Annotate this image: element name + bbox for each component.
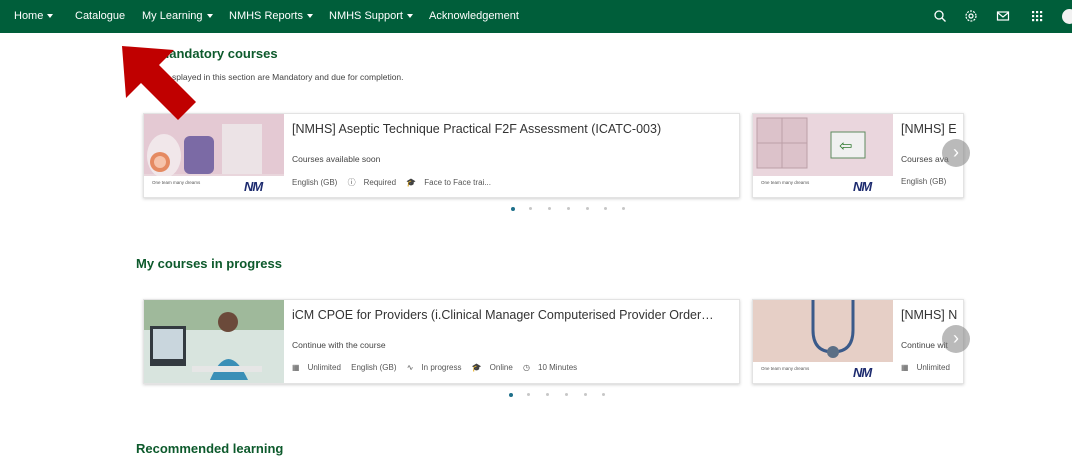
course-thumbnail (144, 300, 284, 383)
carousel-dot-active[interactable] (511, 206, 515, 211)
course-thumbnail: One team many dreams NM (753, 300, 893, 383)
avatar[interactable] (1062, 9, 1072, 24)
carousel-dot[interactable] (565, 393, 568, 396)
course-status: Continue with the course (292, 340, 386, 350)
graduation-cap-icon: 🎓 (406, 178, 417, 187)
carousel-dot[interactable] (584, 393, 587, 396)
course-format: Online (489, 363, 513, 372)
carousel-dot[interactable] (622, 207, 625, 210)
nav-nmhs-reports-label: NMHS Reports (229, 10, 303, 22)
chevron-down-icon (306, 14, 313, 19)
course-progress-status: In progress (421, 363, 462, 372)
nav-nmhs-reports[interactable]: NMHS Reports (229, 10, 313, 22)
chevron-right-icon: › (953, 328, 959, 348)
carousel-dot[interactable] (586, 207, 589, 210)
course-card[interactable]: One team many dreams NM [NMHS] N Continu… (752, 299, 964, 384)
course-card[interactable]: One team many dreams NM [NMHS] Aseptic T… (143, 113, 740, 198)
brand-caption: One team many dreams (152, 180, 201, 185)
top-navigation-bar: Home Catalogue My Learning NMHS Reports … (0, 0, 1072, 33)
chevron-down-icon (47, 14, 54, 19)
nav-home[interactable]: Home (14, 10, 54, 22)
course-meta: English (GB) ⓘ Required 🎓 Face to Face tra… (292, 177, 499, 188)
course-format: Face to Face trai... (424, 178, 491, 187)
course-image-clinician-at-computer (144, 300, 284, 383)
info-icon: ⓘ (347, 178, 356, 187)
clock-icon: ◷ (523, 363, 531, 372)
carousel-dot[interactable] (604, 207, 607, 210)
search-icon[interactable] (933, 9, 947, 23)
svg-text:⇦: ⇦ (839, 136, 852, 155)
carousel-pagination (509, 392, 609, 399)
course-title[interactable]: iCM CPOE for Providers (i.Clinical Manag… (292, 308, 732, 322)
nav-my-learning[interactable]: My Learning (142, 10, 213, 22)
course-title[interactable]: [NMHS] Aseptic Technique Practical F2F A… (292, 122, 732, 136)
carousel-dot[interactable] (527, 393, 530, 396)
activity-icon: ∿ (406, 363, 414, 372)
course-language: English (GB) (292, 178, 338, 187)
section-title-in-progress: My courses in progress (136, 256, 282, 271)
chevron-down-icon (206, 14, 213, 19)
carousel-pagination (511, 206, 625, 213)
carousel-dot[interactable] (602, 393, 605, 396)
nm-logo: NM (244, 179, 263, 194)
course-meta: ▦ Unlimited English (GB) ∿ In progress 🎓 On… (292, 363, 585, 372)
nav-nmhs-support-label: NMHS Support (329, 10, 403, 22)
carousel-next-button[interactable]: › (942, 139, 970, 167)
course-card[interactable]: ⇦ One team many dreams NM [NMHS] E Cours… (752, 113, 964, 198)
section-title-recommended: Recommended learning (136, 441, 284, 456)
apps-grid-icon[interactable] (1030, 9, 1044, 23)
mail-icon[interactable] (996, 9, 1010, 23)
nav-acknowledgement[interactable]: Acknowledgement (429, 10, 519, 22)
course-status: Continue wit (901, 340, 948, 350)
course-duration-type: Unlimited (307, 363, 341, 372)
course-thumbnail: One team many dreams NM (144, 114, 284, 197)
section-subtitle-mandatory: splayed in this section are Mandatory an… (172, 72, 404, 82)
nav-nmhs-support[interactable]: NMHS Support (329, 10, 413, 22)
course-title[interactable]: [NMHS] N (901, 308, 961, 322)
nm-logo: NM (853, 179, 872, 194)
course-duration-type: Unlimited (916, 363, 950, 372)
chevron-down-icon (406, 14, 413, 19)
nm-logo: NM (853, 365, 872, 380)
carousel-dot[interactable] (567, 207, 570, 210)
calendar-icon: ▦ (292, 363, 300, 372)
annotation-arrow-icon (122, 46, 196, 120)
course-thumbnail: ⇦ One team many dreams NM (753, 114, 893, 197)
carousel-dot-active[interactable] (509, 392, 513, 397)
course-title[interactable]: [NMHS] E (901, 122, 961, 136)
course-time: 10 Minutes (538, 363, 578, 372)
course-card[interactable]: iCM CPOE for Providers (i.Clinical Manag… (143, 299, 740, 384)
course-status: Courses available soon (292, 154, 381, 164)
course-meta: ▦ Unlimited (901, 363, 958, 372)
course-language: English (GB) (351, 363, 397, 372)
course-language: English (GB) (901, 177, 947, 186)
settings-icon[interactable] (964, 9, 978, 23)
nav-catalogue-label: Catalogue (75, 10, 126, 22)
nav-home-label: Home (14, 10, 44, 22)
nav-catalogue[interactable]: Catalogue (75, 10, 125, 22)
carousel-next-button[interactable]: › (942, 325, 970, 353)
carousel-dot[interactable] (548, 207, 551, 210)
required-label: Required (363, 178, 397, 187)
carousel-dot[interactable] (546, 393, 549, 396)
chevron-right-icon: › (953, 142, 959, 162)
brand-caption: One team many dreams (761, 366, 810, 371)
calendar-icon: ▦ (901, 363, 909, 372)
graduation-cap-icon: 🎓 (471, 363, 482, 372)
carousel-dot[interactable] (529, 207, 532, 210)
brand-caption: One team many dreams (761, 180, 810, 185)
nav-acknowledgement-label: Acknowledgement (429, 10, 519, 22)
nav-my-learning-label: My Learning (142, 10, 203, 22)
